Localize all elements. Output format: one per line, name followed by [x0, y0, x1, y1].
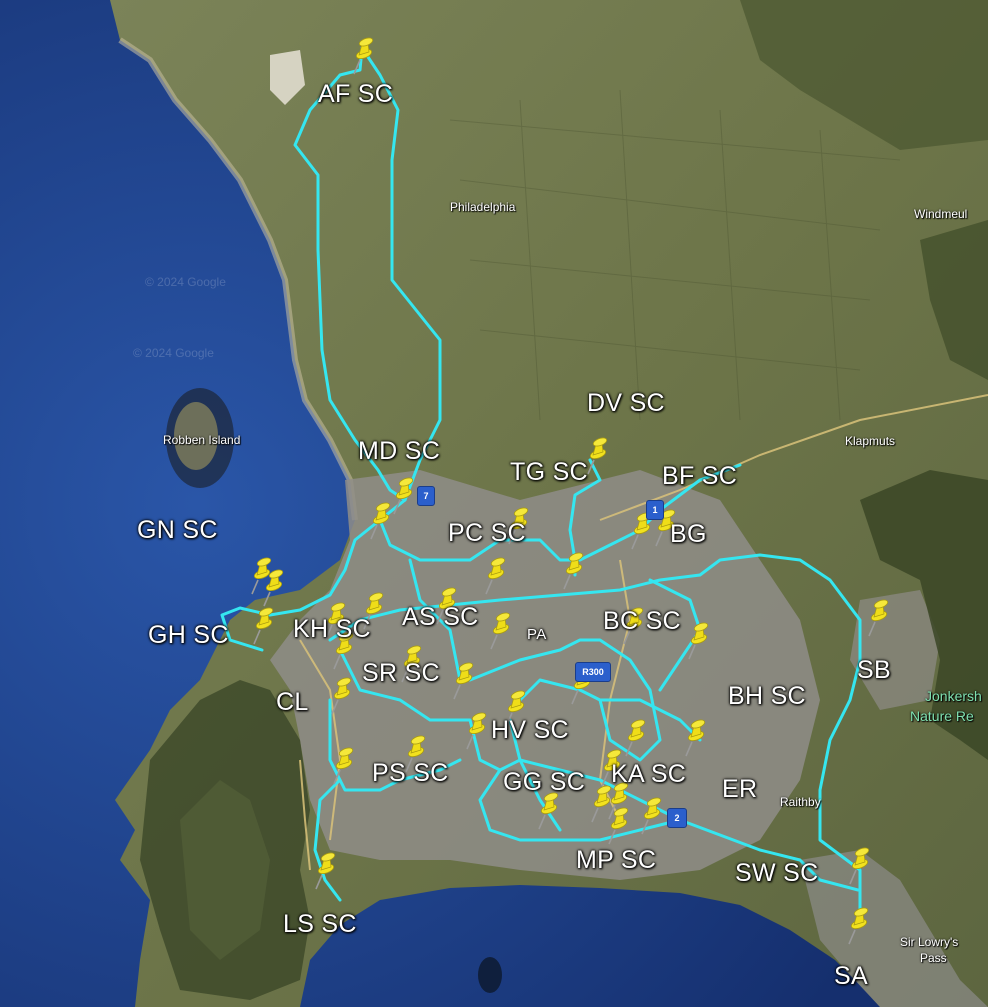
satellite-map[interactable]: © 2024 Google © 2024 Google 7 1 R300 2 P… [0, 0, 988, 1007]
label-as: AS SC [402, 603, 479, 631]
label-hv: HV SC [491, 716, 569, 744]
place-sir-lowrys: Sir Lowry's [900, 935, 959, 949]
route-7-shield: 7 [417, 486, 435, 506]
attribution-watermark-2: © 2024 Google [133, 346, 214, 360]
route-r300-shield: R300 [575, 662, 611, 682]
label-sa: SA [834, 962, 868, 990]
label-gh: GH SC [148, 621, 229, 649]
label-mp: MP SC [576, 846, 657, 874]
label-af: AF SC [318, 80, 394, 108]
label-bc: BC SC [603, 607, 681, 635]
label-sb: SB [857, 656, 891, 684]
label-gn: GN SC [137, 516, 218, 544]
label-sr: SR SC [362, 659, 440, 687]
label-cl: CL [276, 688, 309, 716]
label-ps: PS SC [372, 759, 449, 787]
label-bg: BG [670, 520, 707, 548]
route-2-shield: 2 [667, 808, 687, 828]
seal-island [478, 957, 502, 993]
label-md: MD SC [358, 437, 441, 465]
label-bf: BF SC [662, 462, 738, 490]
place-robben-island: Robben Island [163, 433, 241, 447]
label-ka: KA SC [611, 760, 687, 788]
place-windmeul: Windmeul [914, 207, 968, 221]
place-jonkershoek-reserve: Nature Re [910, 708, 974, 724]
attribution-watermark: © 2024 Google [145, 275, 226, 289]
label-bh: BH SC [728, 682, 806, 710]
place-jonkershoek: Jonkersh [925, 688, 982, 704]
label-er: ER [722, 775, 758, 803]
route-1-shield: 1 [646, 500, 664, 520]
label-sw: SW SC [735, 859, 819, 887]
map-canvas[interactable] [0, 0, 988, 1007]
label-dv: DV SC [587, 389, 665, 417]
place-philadelphia: Philadelphia [450, 200, 516, 214]
place-sir-lowrys-pass: Pass [920, 951, 947, 965]
place-raithby: Raithby [780, 795, 821, 809]
label-pa: PA [527, 626, 547, 643]
label-tg: TG SC [510, 458, 588, 486]
label-ls: LS SC [283, 910, 357, 938]
label-kh: KH SC [293, 615, 371, 643]
label-pc: PC SC [448, 519, 526, 547]
place-klapmuts: Klapmuts [845, 434, 896, 448]
label-gg: GG SC [503, 768, 586, 796]
